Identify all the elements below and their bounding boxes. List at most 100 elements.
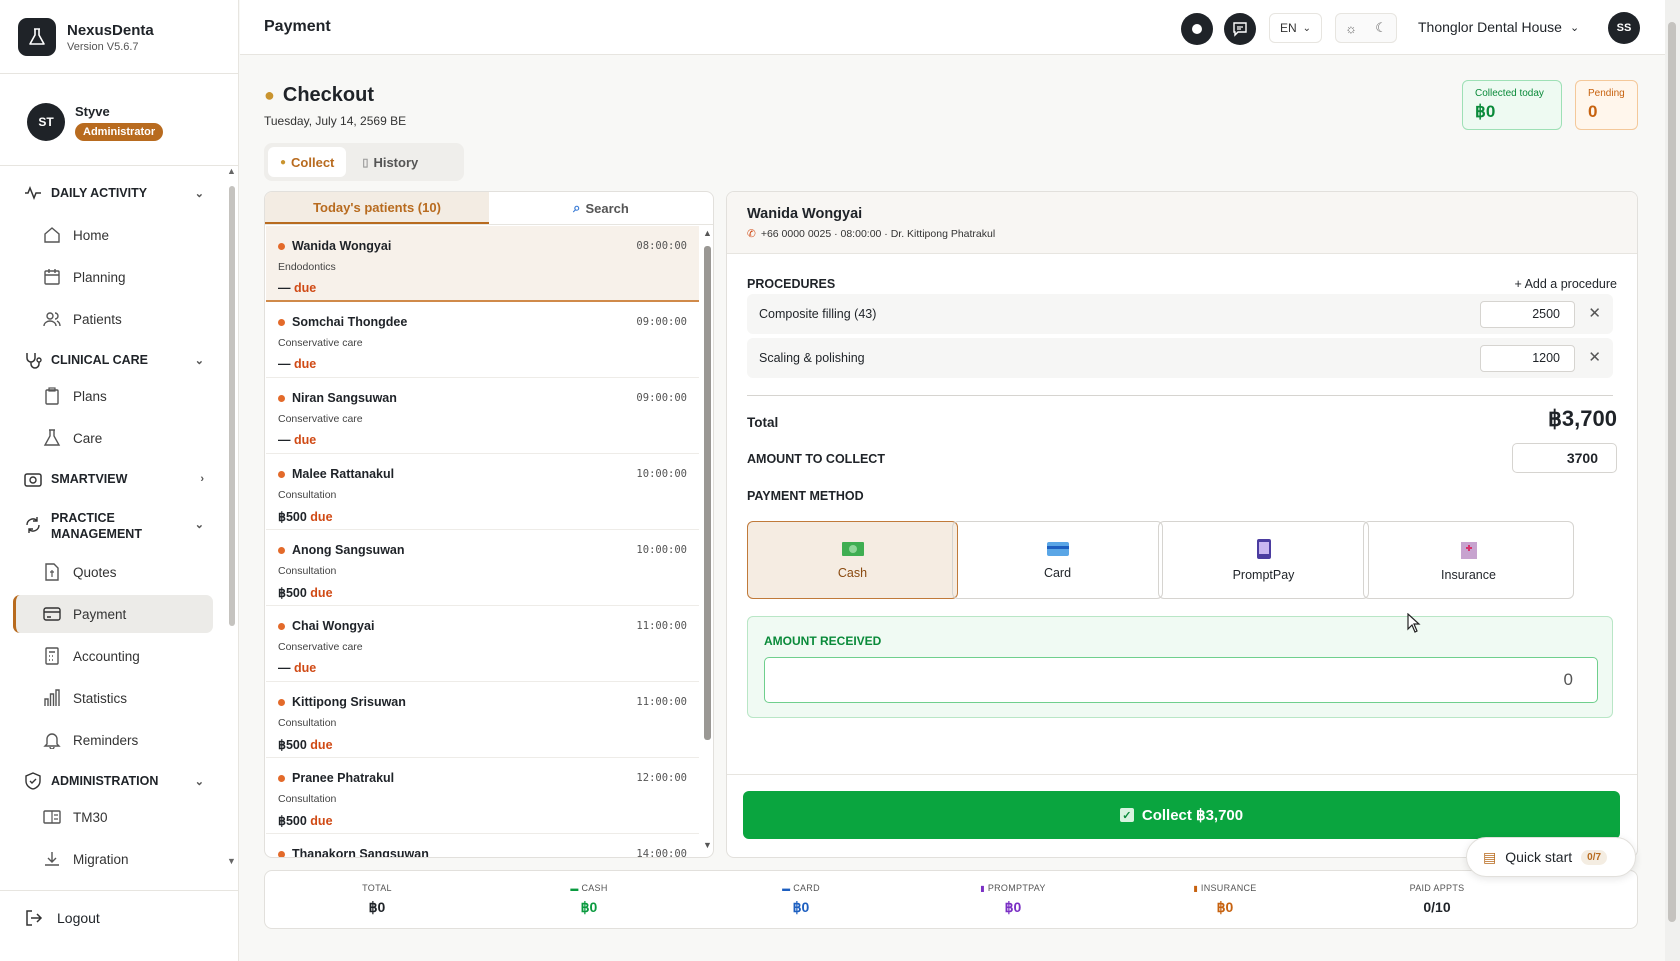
appointment-time: 10:00:00	[636, 468, 687, 480]
sidebar-nav: DAILY ACTIVITY ⌄ Home Planning Patients …	[0, 176, 229, 886]
sidebar-item-reminders[interactable]: Reminders	[13, 721, 213, 759]
close-icon[interactable]: ✕	[1588, 304, 1601, 322]
patient-list-item[interactable]: Chai Wongyai 11:00:00 Conservative care — d…	[266, 606, 699, 682]
payment-method-label: PAYMENT METHOD	[747, 489, 864, 503]
procedure-price-input[interactable]: 2500	[1480, 301, 1575, 328]
summary-label: ▬ CASH	[499, 883, 679, 893]
credit-card-icon	[1046, 542, 1069, 556]
procedure-price-input[interactable]: 1200	[1480, 345, 1575, 372]
page-scrollbar-thumb[interactable]	[1668, 22, 1676, 922]
sidebar-item-label: Accounting	[73, 648, 140, 664]
checkout-title: Checkout	[282, 84, 374, 106]
scroll-up-arrow[interactable]: ▲	[227, 166, 236, 176]
sidebar-item-planning[interactable]: Planning	[13, 258, 213, 296]
tab-search[interactable]: ⌕ Search	[489, 192, 713, 224]
patient-name: Wanida Wongyai	[292, 239, 392, 253]
tab-today-patients[interactable]: Today's patients (10)	[265, 192, 489, 224]
moon-icon[interactable]: ☾	[1375, 20, 1387, 36]
sidebar-item-tm30[interactable]: TM30	[13, 798, 213, 836]
user-avatar-button[interactable]: SS	[1608, 12, 1640, 44]
sidebar-item-payment[interactable]: Payment	[13, 595, 213, 633]
procedure-name: Scaling & polishing	[759, 351, 865, 365]
amount-received-input[interactable]: 0	[764, 657, 1598, 703]
status-dot-icon	[278, 546, 285, 554]
user-name: Styve	[75, 103, 110, 119]
insurance-icon: ▮	[1193, 884, 1199, 893]
status-dot-icon	[278, 698, 285, 706]
appointment-time: 12:00:00	[636, 772, 687, 784]
cash-icon	[841, 542, 864, 556]
tab-collect[interactable]: ● Collect	[268, 147, 347, 177]
chevron-down-icon: ⌄	[1569, 21, 1580, 34]
amount-value: ฿500	[278, 586, 307, 600]
language-select[interactable]: EN ⌄	[1269, 13, 1323, 43]
amount-value: ฿500	[278, 814, 307, 828]
sidebar-item-migration[interactable]: Migration	[13, 840, 213, 878]
sidebar-item-plans[interactable]: Plans	[13, 377, 213, 415]
section-administration[interactable]: ADMINISTRATION ⌄	[24, 772, 204, 790]
sidebar-item-label: Planning	[73, 269, 126, 285]
section-label: DAILY ACTIVITY	[51, 186, 148, 200]
amount-received-box: AMOUNT RECEIVED 0	[747, 616, 1613, 718]
amount-value: —	[278, 661, 291, 675]
patient-list-item[interactable]: Niran Sangsuwan 09:00:00 Conservative care…	[266, 378, 699, 454]
sidebar-scrollbar-thumb[interactable]	[229, 186, 235, 626]
payment-method-promptpay[interactable]: PromptPay	[1158, 521, 1369, 599]
patient-list-item[interactable]: Kittipong Srisuwan 11:00:00 Consultation ฿5…	[266, 682, 699, 758]
scroll-down-arrow[interactable]: ▼	[227, 856, 236, 866]
app-name: NexusDenta	[67, 21, 154, 39]
list-scroll-up-arrow[interactable]: ▲	[703, 228, 712, 238]
collect-button[interactable]: ✓ Collect ฿3,700	[743, 791, 1620, 839]
tab-history-label: History	[373, 154, 419, 170]
patient-list-item[interactable]: Malee Rattanakul 10:00:00 Consultation ฿500…	[266, 454, 699, 530]
add-procedure-button[interactable]: + Add a procedure	[1514, 277, 1617, 291]
patient-list-item[interactable]: Wanida Wongyai 08:00:00 Endodontics — due	[266, 226, 699, 302]
payment-method-cash[interactable]: Cash	[747, 521, 958, 599]
sidebar-item-statistics[interactable]: Statistics	[13, 679, 213, 717]
close-icon[interactable]: ✕	[1588, 348, 1601, 366]
section-daily-activity[interactable]: DAILY ACTIVITY ⌄	[24, 184, 204, 202]
user-card[interactable]: ST Styve Administrator	[27, 103, 164, 141]
payment-method-insurance[interactable]: Insurance	[1363, 521, 1574, 599]
theme-toggle[interactable]: ☼ ☾	[1335, 13, 1397, 43]
sidebar-item-accounting[interactable]: Accounting	[13, 637, 213, 675]
patient-list-item[interactable]: Pranee Phatrakul 12:00:00 Consultation ฿500…	[266, 758, 699, 834]
tab-history[interactable]: ▯ History	[350, 147, 430, 177]
phone-icon: ✆	[747, 228, 756, 240]
patient-list-item[interactable]: Thanakorn Sangsuwan 14:00:00	[266, 834, 699, 857]
section-clinical-care[interactable]: CLINICAL CARE ⌄	[24, 351, 204, 369]
patient-list-scrollbar-thumb[interactable]	[704, 246, 711, 740]
quick-start-badge: 0/7	[1581, 849, 1608, 865]
sidebar-item-quotes[interactable]: Quotes	[13, 553, 213, 591]
quick-start-button[interactable]: ▤ Quick start 0/7	[1466, 837, 1636, 877]
appointment-type: Consultation	[278, 489, 337, 501]
clinic-select[interactable]: Thonglor Dental House ⌄	[1418, 19, 1579, 35]
chevron-right-icon: ›	[200, 473, 204, 485]
logout-button[interactable]: Logout	[25, 909, 100, 927]
clipboard-icon	[45, 387, 59, 405]
sidebar-item-care[interactable]: Care	[13, 419, 213, 457]
summary-value: ฿0	[1216, 899, 1234, 915]
appointment-time: 10:00:00	[636, 544, 687, 556]
section-practice-management[interactable]: PRACTICE MANAGEMENT ⌄	[24, 510, 204, 542]
status-dot-icon	[278, 774, 285, 782]
divider	[0, 165, 239, 166]
payment-method-card[interactable]: Card	[952, 521, 1163, 599]
sidebar-item-home[interactable]: Home	[13, 216, 213, 254]
sidebar-item-patients[interactable]: Patients	[13, 300, 213, 338]
status-dot-icon	[278, 318, 285, 326]
collected-today-label: Collected today	[1475, 88, 1544, 99]
appointment-time: 11:00:00	[636, 620, 687, 632]
section-smartview[interactable]: SMARTVIEW ›	[24, 470, 204, 488]
patient-list-item[interactable]: Anong Sangsuwan 10:00:00 Consultation ฿500 …	[266, 530, 699, 606]
chat-button[interactable]	[1224, 13, 1256, 45]
brand[interactable]: NexusDenta Version V5.6.7	[18, 18, 154, 56]
summary-label-text: PROMPTPAY	[987, 883, 1046, 893]
sun-icon[interactable]: ☼	[1345, 21, 1357, 36]
amount-to-collect-input[interactable]: 3700	[1512, 443, 1617, 473]
patient-list-item[interactable]: Somchai Thongdee 09:00:00 Conservative car…	[266, 302, 699, 378]
sidebar-item-label: Patients	[73, 311, 122, 327]
list-scroll-down-arrow[interactable]: ▼	[703, 840, 712, 850]
record-button[interactable]	[1181, 13, 1213, 45]
sidebar-item-label: Payment	[73, 606, 127, 622]
